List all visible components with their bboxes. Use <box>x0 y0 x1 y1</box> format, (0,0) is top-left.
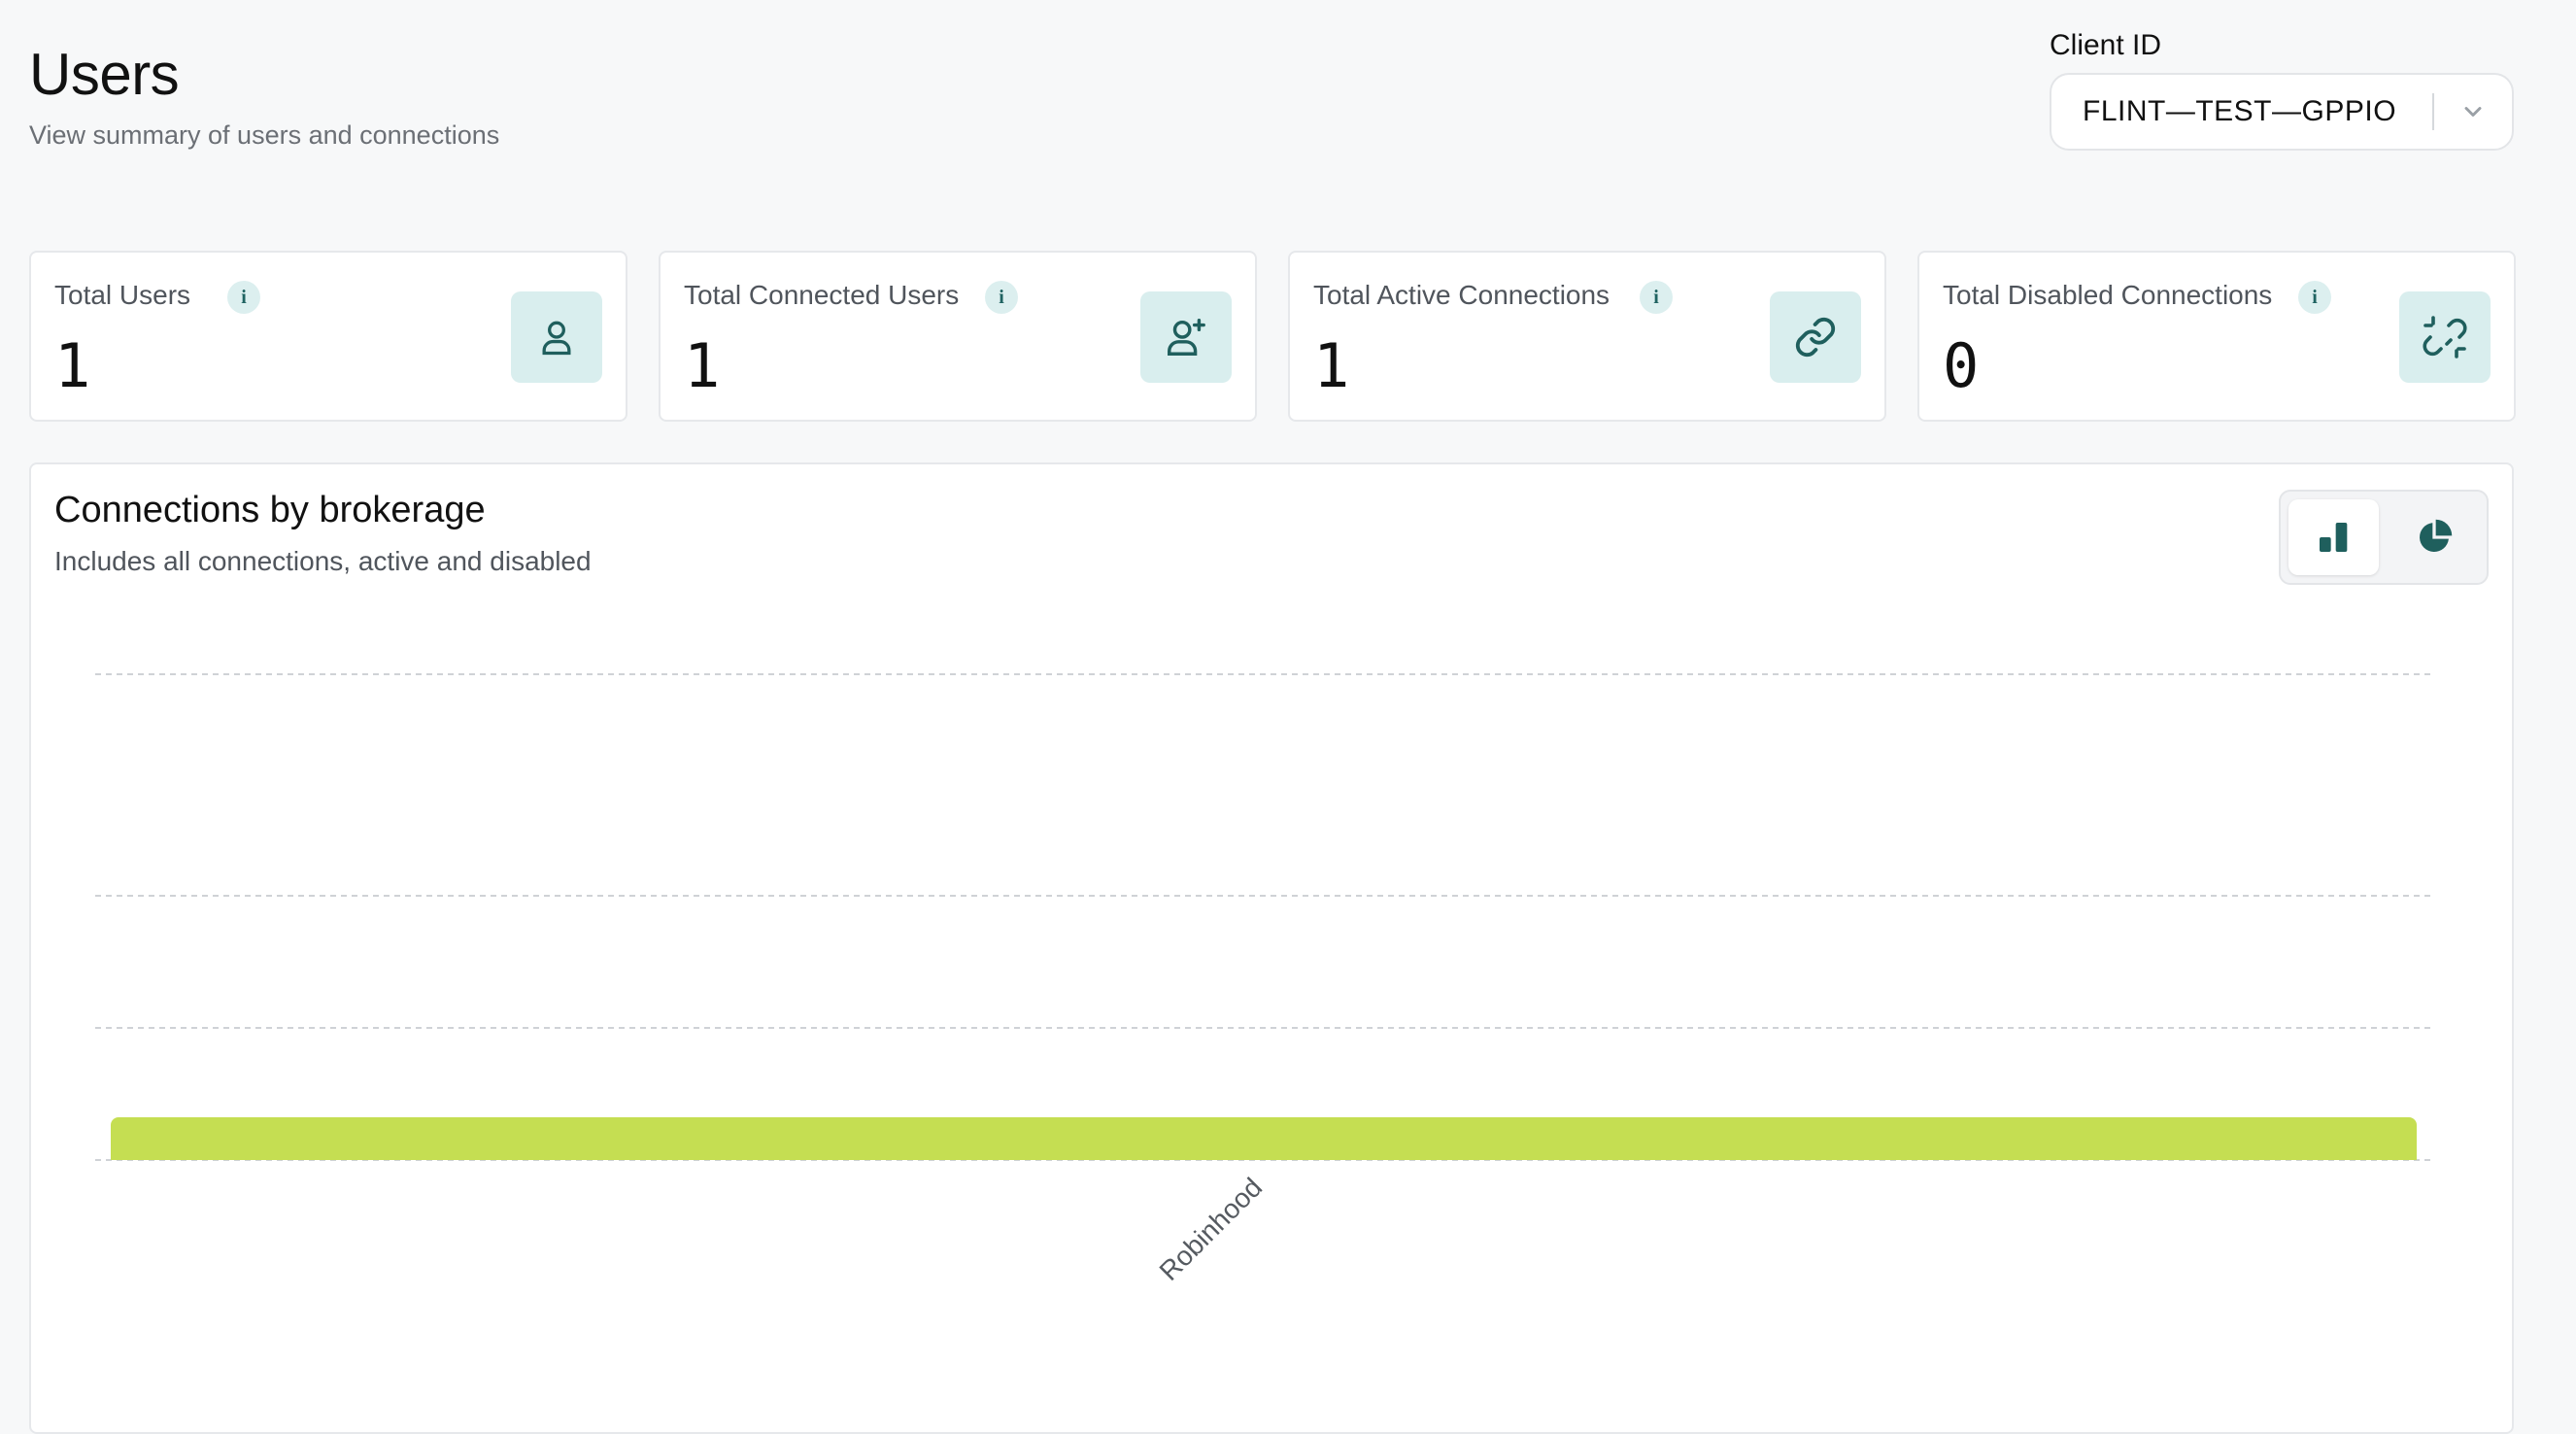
client-id-select[interactable]: FLINT—TEST—GPPIO <box>2050 73 2514 151</box>
client-id-value: FLINT—TEST—GPPIO <box>2083 95 2397 127</box>
info-icon[interactable]: i <box>227 281 260 314</box>
stat-value: 1 <box>684 330 721 401</box>
chevron-down-icon[interactable] <box>2434 98 2512 125</box>
stat-label: Total Users <box>54 280 191 310</box>
stat-value: 0 <box>1943 330 1980 401</box>
stat-card-total-users: Total Users i 1 <box>29 251 627 422</box>
info-icon[interactable]: i <box>2298 281 2331 314</box>
info-icon[interactable]: i <box>985 281 1018 314</box>
broken-link-icon <box>2399 291 2491 383</box>
stat-value: 1 <box>1313 330 1350 401</box>
stat-label: Total Active Connections <box>1313 280 1610 310</box>
stat-card-connected-users: Total Connected Users i 1 <box>659 251 1257 422</box>
stat-label: Total Connected Users <box>684 280 960 310</box>
stat-card-active-connections: Total Active Connections i 1 <box>1288 251 1886 422</box>
bar-chart: Robinhood <box>95 673 2432 1286</box>
x-tick-label: Robinhood <box>1154 1172 1269 1286</box>
bar-base <box>111 1150 2417 1160</box>
link-icon <box>1770 291 1861 383</box>
stat-label: Total Disabled Connections <box>1943 280 2273 310</box>
client-id-label: Client ID <box>2050 29 2162 61</box>
user-icon <box>511 291 602 383</box>
user-plus-icon <box>1140 291 1232 383</box>
connections-chart-card: Connections by brokerage Includes all co… <box>29 462 2514 1434</box>
info-icon[interactable]: i <box>1640 281 1673 314</box>
page-title: Users <box>29 42 180 107</box>
stat-value: 1 <box>54 330 91 401</box>
page-subtitle: View summary of users and connections <box>29 120 500 150</box>
stat-card-disabled-connections: Total Disabled Connections i 0 <box>1917 251 2516 422</box>
